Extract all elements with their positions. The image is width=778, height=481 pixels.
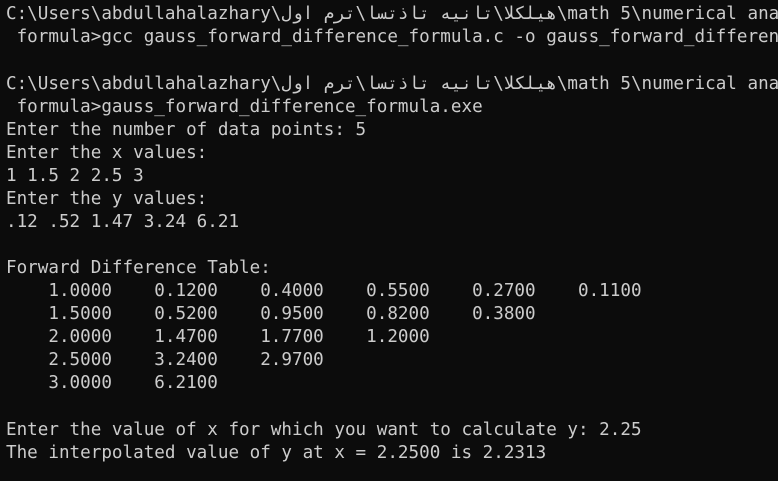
run-command-line: formula>gauss_forward_difference_formula…: [6, 97, 483, 117]
prompt-path-line: C:\Users\abdullahalazhary\هيلكلا\تانيه ت…: [6, 4, 778, 24]
difference-table-heading: Forward Difference Table:: [6, 258, 271, 278]
compile-command-line: formula>gcc gauss_forward_difference_for…: [16, 27, 778, 47]
difference-table-row: 2.0000 1.4700 1.7700 1.2000: [6, 327, 430, 347]
interpolation-result-line: The interpolated value of y at x = 2.250…: [6, 443, 547, 463]
difference-table-row: 3.0000 6.2100: [6, 373, 218, 393]
y-values-prompt: Enter the y values:: [6, 189, 208, 209]
difference-table-row: 1.0000 0.1200 0.4000 0.5500 0.2700 0.110…: [6, 281, 642, 301]
difference-table-row: 2.5000 3.2400 2.9700: [6, 350, 324, 370]
prompt-path-line: C:\Users\abdullahalazhary\هيلكلا\تانيه ت…: [6, 74, 778, 94]
terminal-window[interactable]: C:\Users\abdullahalazhary\هيلكلا\تانيه ت…: [0, 0, 778, 481]
x-values-prompt: Enter the x values:: [6, 143, 208, 163]
difference-table-row: 1.5000 0.5200 0.9500 0.8200 0.3800: [6, 304, 536, 324]
data-points-prompt: Enter the number of data points: 5: [6, 120, 367, 140]
interpolation-x-prompt: Enter the value of x for which you want …: [6, 420, 642, 440]
x-values-input: 1 1.5 2 2.5 3: [6, 166, 144, 186]
y-values-input: .12 .52 1.47 3.24 6.21: [6, 212, 240, 232]
